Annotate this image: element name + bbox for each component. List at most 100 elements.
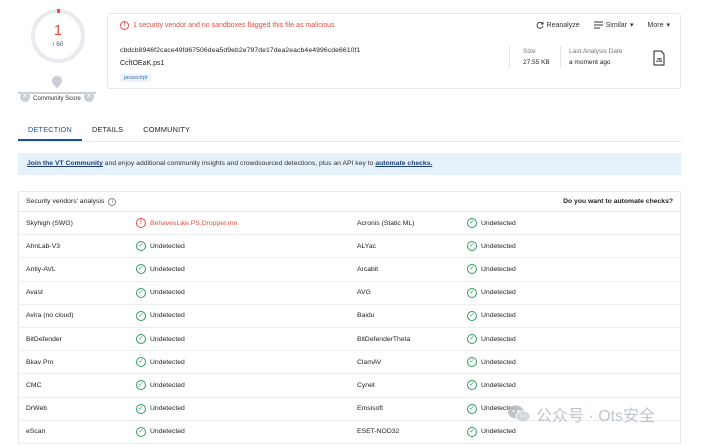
wechat-logo-icon (508, 405, 530, 423)
watermark-text: 公众号 · Ots安全 (536, 408, 656, 425)
vendor-result: ✓ Undetected (136, 334, 350, 345)
vendor-result-text: Undetected (481, 335, 516, 343)
vendor-name: Baidu (357, 312, 375, 320)
warning-icon: ! (120, 21, 129, 30)
vendor-name: ESET-NOD32 (357, 428, 400, 436)
vendor-result-text: Undetected (150, 312, 185, 320)
vendor-result: ✓ Undetected (136, 241, 350, 252)
vendor-result: ✓ Undetected (136, 287, 350, 298)
join-community-link[interactable]: Join the VT Community (27, 160, 103, 167)
vendor-result: ✓ Undetected (136, 264, 350, 275)
size-value: 27.55 KB (523, 59, 550, 66)
info-icon[interactable]: i (108, 197, 117, 206)
file-hash: cbdcb8946f2cace49fd67506dea5d9eb2e797de1… (120, 47, 361, 54)
vendor-result-text: Undetected (481, 265, 516, 273)
check-circle-icon: ✓ (136, 357, 146, 368)
divider (560, 46, 561, 68)
chevron-down-icon: ▾ (666, 22, 670, 29)
vendor-result-text: Undetected (150, 381, 185, 389)
vendor-name: Emsisoft (357, 405, 384, 413)
check-circle-icon: ✓ (467, 380, 477, 391)
last-analysis: Last Analysis Date a moment ago (569, 48, 622, 66)
check-circle-icon: ✓ (467, 403, 477, 414)
vendor-result-text: Undetected (481, 312, 516, 320)
more-label: More (647, 21, 664, 29)
community-banner: Join the VT Community and enjoy addition… (18, 153, 681, 175)
check-circle-icon: ✓ (467, 264, 477, 275)
chevron-down-icon: ▾ (630, 22, 634, 29)
check-circle-icon: ✓ (136, 264, 146, 275)
vendor-result-text: Undetected (481, 289, 516, 297)
more-button[interactable]: More ▾ (647, 21, 670, 30)
check-circle-icon: ✓ (467, 334, 477, 345)
vendor-name: Acronis (Static ML) (357, 219, 415, 227)
check-circle-icon: ✓ (467, 287, 477, 298)
vendor-name: AhnLab-V3 (26, 242, 61, 250)
check-circle-icon: ✓ (136, 241, 146, 252)
vendor-result: ✓ Undetected (467, 334, 667, 345)
vendor-result: ✓ Undetected (467, 287, 667, 298)
banner-text: and enjoy additional community insights … (102, 160, 376, 167)
tab-detection[interactable]: DETECTION (18, 118, 82, 141)
check-circle-icon: ✓ (467, 426, 477, 437)
table-row: Avira (no cloud) ✓ Undetected Baidu ✓ Undetec… (19, 305, 680, 328)
vendor-result: ✓ Undetected (136, 310, 350, 321)
alert-text: 1 security vendor and no sandboxes flagg… (133, 22, 335, 29)
vendor-result-text: Undetected (150, 405, 185, 413)
watermark: 公众号 · Ots安全 (508, 402, 655, 426)
last-analysis-label: Last Analysis Date (569, 48, 623, 55)
vendor-result: ✓ Undetected (467, 357, 667, 368)
tab-details[interactable]: DETAILS (82, 118, 133, 141)
similar-label: Similar (605, 21, 628, 29)
size-label: Size (523, 48, 536, 55)
reanalyze-button[interactable]: Reanalyze (536, 21, 580, 29)
vendor-result-text: Undetected (481, 242, 516, 250)
file-tag[interactable]: javascript (120, 74, 152, 82)
check-circle-icon: ✓ (467, 310, 477, 321)
vendor-result: ✓ Undetected (467, 264, 667, 275)
vendor-name: AVG (357, 289, 371, 297)
file-summary-card: ! 1 security vendor and no sandboxes fla… (107, 13, 681, 89)
vendor-name: BitDefender (26, 335, 62, 343)
check-circle-icon: ✓ (136, 287, 146, 298)
vendor-name: ClamAV (357, 358, 382, 366)
automate-checks-link[interactable]: Do you want to automate checks? (563, 198, 673, 205)
vendor-name: eScan (26, 428, 46, 436)
table-row: Skyhigh (SWG)! BehavesLike.PS.Dropper.mn A… (19, 212, 680, 236)
tab-bar: DETECTION DETAILS COMMUNITY (18, 118, 682, 142)
vendor-result-text: Undetected (150, 335, 185, 343)
table-row: AhnLab-V3 ✓ Undetected ALYac ✓ Undetected (19, 235, 680, 259)
file-actions: Reanalyze Similar ▾ More ▾ (536, 21, 670, 29)
vendor-result: ! BehavesLike.PS.Dropper.mn (136, 218, 350, 229)
automate-checks-link[interactable]: automate checks. (375, 160, 432, 167)
check-circle-icon: ✓ (136, 426, 146, 437)
reanalyze-label: Reanalyze (546, 21, 580, 29)
table-row: Avast ✓ Undetected AVG ✓ Undetected (19, 282, 680, 305)
check-circle-icon: ✓ (467, 218, 477, 229)
file-name: CcftOEaK.ps1 (120, 60, 165, 67)
file-type-label: JS (656, 58, 663, 64)
vendor-result: ✓ Undetected (467, 310, 667, 321)
vendor-name: DrWeb (26, 405, 48, 413)
refresh-icon (536, 21, 543, 29)
vendor-result: ✓ Undetected (467, 380, 667, 391)
table-row: CMC ✓ Undetected Cynet ✓ Undetected (19, 374, 680, 398)
js-file-icon: JS (653, 50, 665, 66)
vendors-title: Security vendors' analysis (26, 198, 105, 205)
table-row: Bkav Pro ✓ Undetected ClamAV ✓ Undetected (19, 351, 680, 375)
vendor-name: Avira (no cloud) (26, 312, 74, 320)
table-row: Antiy-AVL ✓ Undetected Arcabit ✓ Undetected (19, 258, 680, 282)
check-circle-icon: ✓ (136, 334, 146, 345)
alert-icon: ! (136, 218, 146, 229)
divider (509, 46, 510, 68)
vendor-name: Avast (26, 289, 43, 297)
vendor-name: CMC (26, 381, 42, 389)
check-circle-icon: ✓ (136, 380, 146, 391)
vendor-name: Cynet (357, 381, 375, 389)
score-total: / 60 (52, 41, 64, 48)
vendors-header: Security vendors' analysis i Do you want… (19, 192, 680, 212)
similar-button[interactable]: Similar ▾ (593, 21, 634, 29)
vendor-result-text: Undetected (481, 428, 516, 436)
tab-community[interactable]: COMMUNITY (133, 118, 200, 141)
vendor-result-text: Undetected (150, 428, 185, 436)
